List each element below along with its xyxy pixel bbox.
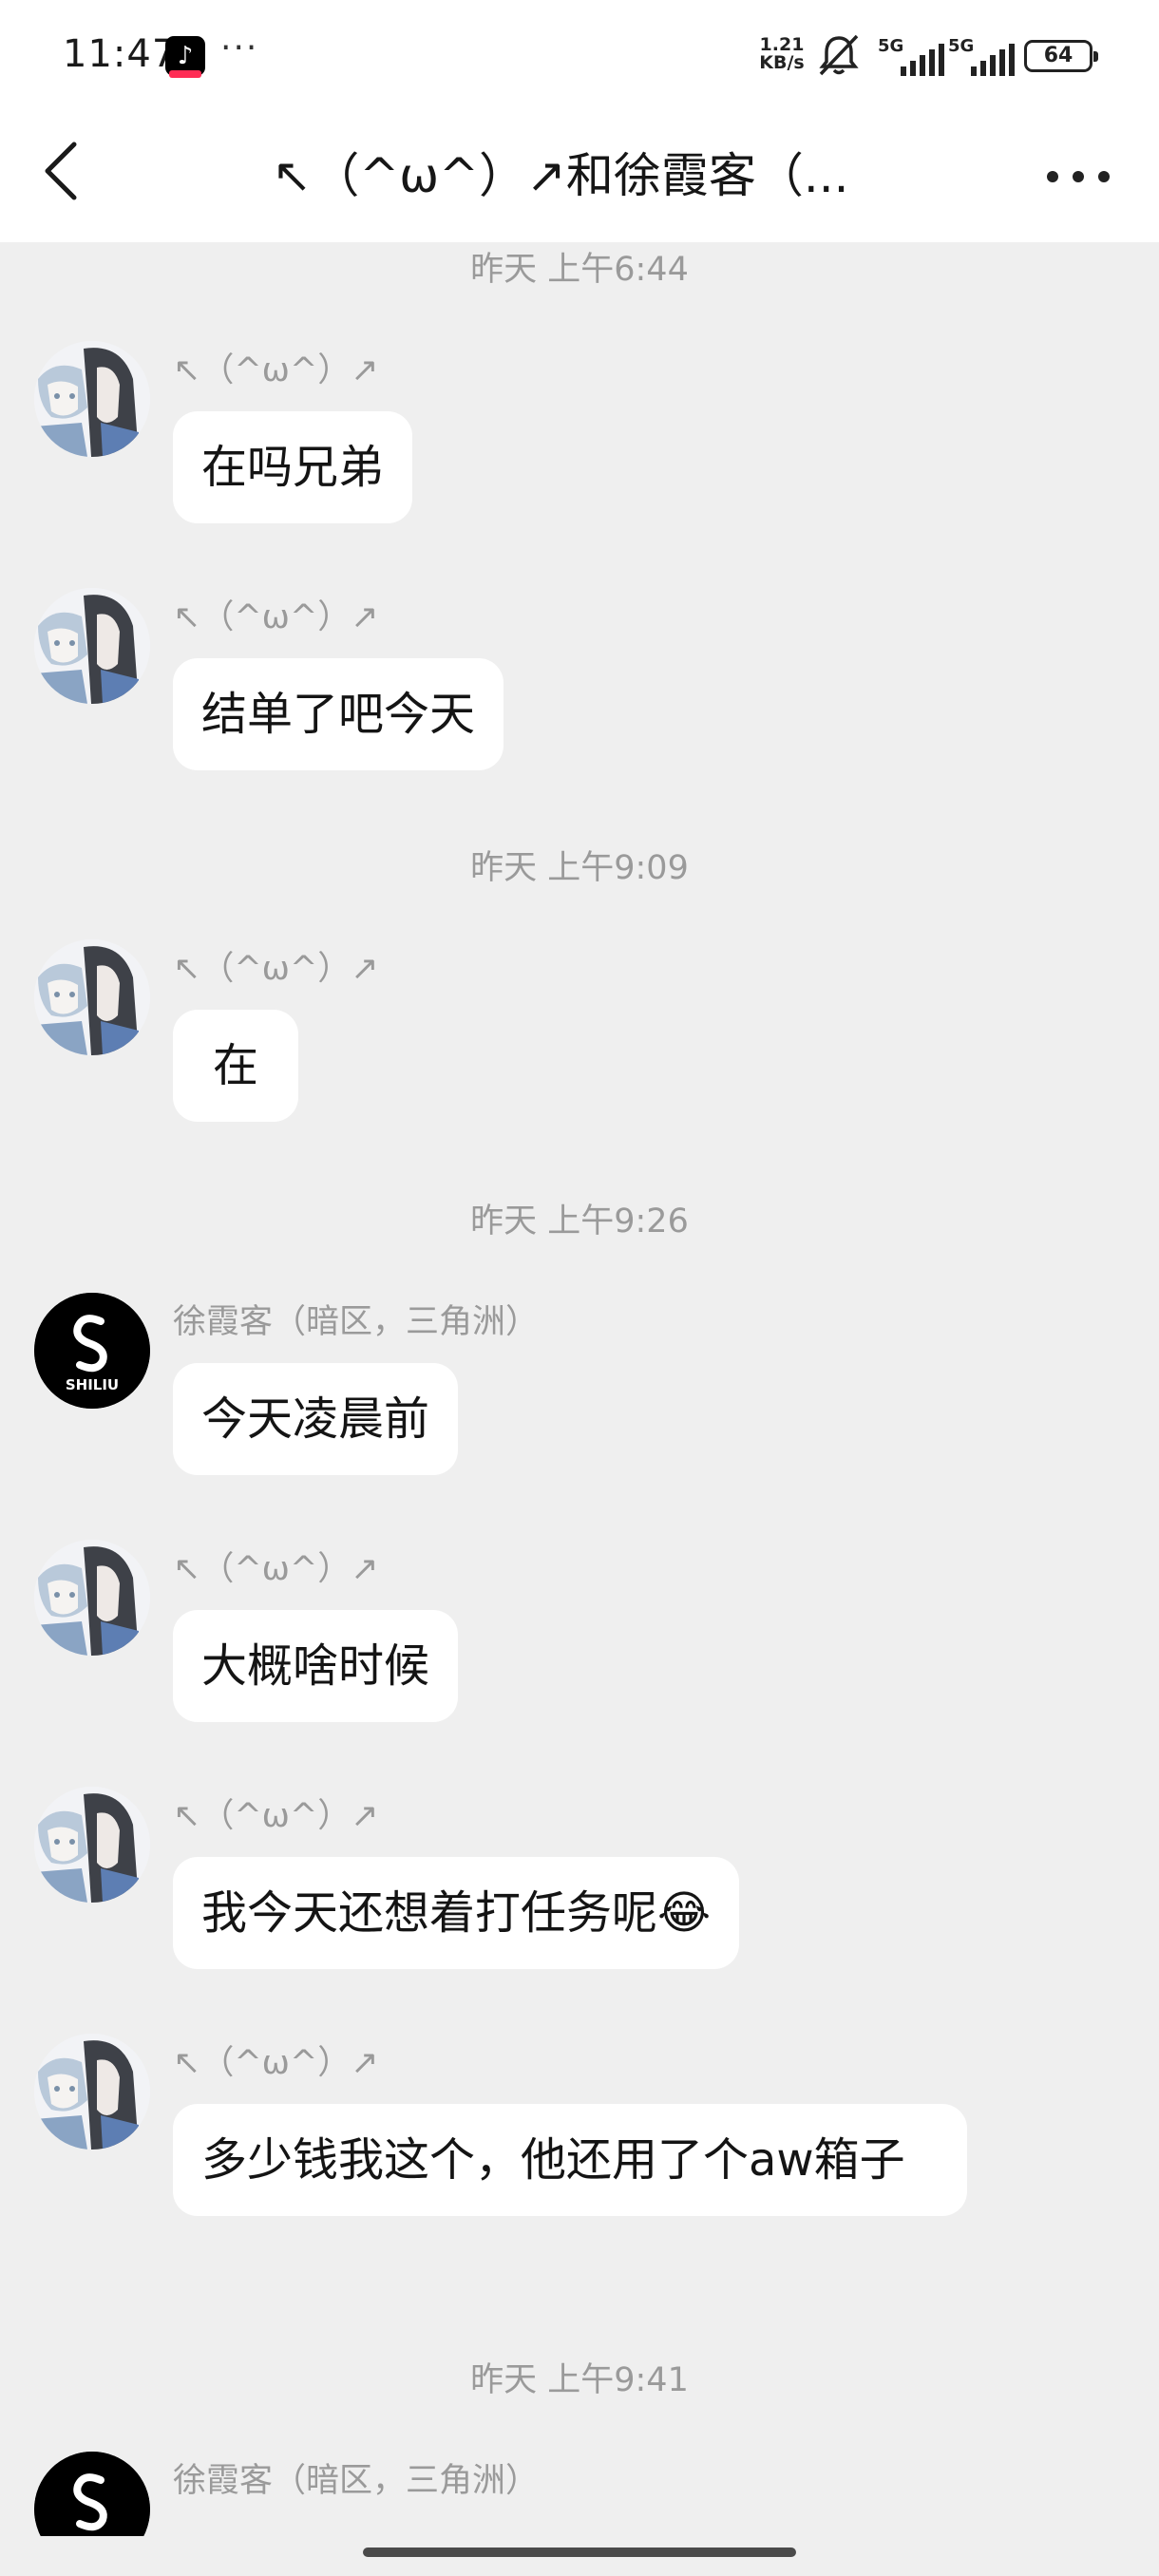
avatar[interactable]: [34, 1540, 150, 1656]
avatar[interactable]: SHILIU: [34, 2452, 150, 2536]
back-button[interactable]: [34, 133, 91, 209]
status-bar: 11:47 ♪ ··· 1.21 KB/s 5G 5G 64: [0, 0, 1159, 109]
time-separator: 昨天 上午9:09: [470, 849, 689, 887]
avatar[interactable]: [34, 939, 150, 1055]
message-bubble[interactable]: 结单了吧今天: [173, 658, 504, 770]
logo-text: SHILIU: [66, 1376, 119, 1393]
network-speed: 1.21 KB/s: [753, 36, 810, 72]
sender-name: ↖（^ω^）↗: [173, 351, 379, 389]
sender-name: 徐霞客（暗区，三角洲）: [173, 2462, 540, 2500]
chat-title: ↖（^ω^）↗和徐霞客（...: [272, 148, 849, 203]
logo-text: SHILIU: [66, 2535, 119, 2536]
tiktok-icon: ♪: [165, 36, 205, 78]
avatar[interactable]: [34, 588, 150, 704]
sender-name: ↖（^ω^）↗: [173, 1797, 379, 1835]
more-horizontal-icon: [1047, 171, 1058, 182]
battery-indicator: 64: [1024, 40, 1098, 72]
message-list[interactable]: 昨天 上午6:44 ↖（^ω^）↗ 在吗兄弟 ↖（^ω^）↗ 结单了吧今天 昨天…: [0, 242, 1159, 2536]
time-separator: 昨天 上午9:26: [470, 1203, 689, 1241]
more-options-button[interactable]: [1043, 152, 1113, 199]
sender-name: 徐霞客（暗区，三角洲）: [173, 1303, 540, 1341]
avatar[interactable]: [34, 2034, 150, 2150]
signal-icon-1: 5G: [878, 36, 944, 76]
sender-name: ↖（^ω^）↗: [173, 950, 379, 988]
avatar[interactable]: [34, 1787, 150, 1903]
avatar[interactable]: SHILIU: [34, 1293, 150, 1409]
home-indicator[interactable]: [363, 2548, 796, 2557]
message-bubble[interactable]: 我今天还想着打任务呢😂: [173, 1857, 740, 1969]
status-more-dots: ···: [220, 28, 259, 67]
status-time: 11:47: [63, 32, 178, 76]
network-speed-unit: KB/s: [759, 52, 805, 73]
time-separator: 昨天 上午9:41: [470, 2361, 689, 2399]
signal-icon-2: 5G: [948, 36, 1015, 76]
message-bubble[interactable]: 在吗兄弟: [173, 411, 413, 523]
message-bubble[interactable]: 多少钱我这个，他还用了个aw箱子: [173, 2104, 967, 2216]
message-bubble[interactable]: 今天凌晨前: [173, 1363, 459, 1475]
message-bubble[interactable]: 在: [173, 1010, 299, 1122]
sender-name: ↖（^ω^）↗: [173, 1550, 379, 1588]
time-separator: 昨天 上午6:44: [470, 251, 689, 289]
chevron-left-icon: [45, 142, 77, 200]
chat-header: ↖（^ω^）↗和徐霞客（...: [0, 109, 1159, 242]
sender-name: ↖（^ω^）↗: [173, 598, 379, 636]
mute-bell-icon: [819, 34, 859, 76]
avatar[interactable]: [34, 341, 150, 457]
sender-name: ↖（^ω^）↗: [173, 2044, 379, 2082]
message-bubble[interactable]: 大概啥时候: [173, 1610, 459, 1722]
